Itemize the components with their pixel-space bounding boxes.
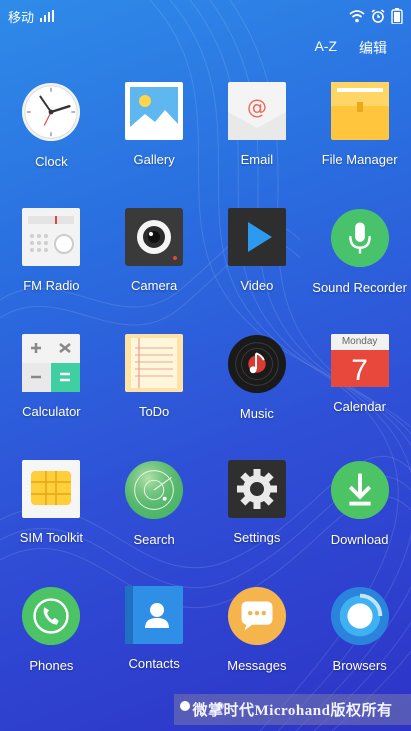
contacts-icon	[124, 586, 184, 644]
app-gallery[interactable]: Gallery	[103, 82, 206, 167]
app-label: Clock	[35, 154, 68, 169]
video-icon	[227, 208, 287, 266]
app-label: Sound Recorder	[312, 280, 407, 295]
page-dot-active[interactable]	[180, 701, 190, 711]
app-label: Download	[330, 532, 389, 547]
app-label: Music	[239, 406, 274, 421]
email-icon: @	[227, 82, 287, 140]
app-sim-toolkit[interactable]: SIM Toolkit	[0, 460, 103, 545]
app-calendar[interactable]: Monday 7 Calendar	[308, 334, 411, 414]
calendar-day: 7	[330, 350, 389, 387]
clock-icon	[21, 82, 81, 142]
app-sound-recorder[interactable]: Sound Recorder	[308, 208, 411, 295]
app-label: Video	[240, 278, 274, 293]
battery-icon	[391, 8, 403, 24]
app-clock[interactable]: Clock	[0, 82, 103, 169]
todo-icon	[124, 334, 184, 392]
app-messages[interactable]: Messages	[206, 586, 309, 673]
app-email[interactable]: @ Email	[206, 82, 309, 167]
app-label: Search	[133, 532, 175, 547]
sim-toolkit-icon	[21, 460, 81, 518]
gallery-icon	[124, 82, 184, 140]
sound-recorder-icon	[330, 208, 390, 268]
settings-gear-icon	[227, 460, 287, 518]
app-download[interactable]: Download	[308, 460, 411, 547]
music-icon	[227, 334, 287, 394]
messages-icon	[227, 586, 287, 646]
search-radar-icon	[124, 460, 184, 520]
calendar-icon: Monday 7	[330, 334, 389, 387]
app-label: SIM Toolkit	[19, 530, 84, 545]
app-label: Calendar	[333, 399, 386, 414]
app-search[interactable]: Search	[103, 460, 206, 547]
calendar-weekday: Monday	[330, 334, 389, 350]
file-manager-icon	[330, 82, 390, 140]
fm-radio-icon	[21, 208, 81, 266]
page-dot[interactable]	[216, 702, 224, 710]
wifi-icon	[349, 9, 365, 22]
calculator-icon	[21, 334, 81, 392]
app-label: Camera	[131, 278, 178, 293]
camera-icon	[124, 208, 184, 266]
app-label: Contacts	[128, 656, 180, 671]
app-label: Messages	[227, 658, 287, 673]
page-indicator	[180, 701, 224, 711]
app-label: FM Radio	[23, 278, 80, 293]
app-file-manager[interactable]: File Manager	[308, 82, 411, 167]
alarm-icon	[371, 9, 385, 23]
app-calculator[interactable]: Calculator	[0, 334, 103, 419]
app-label: Settings	[233, 530, 281, 545]
status-bar: 移动	[0, 0, 411, 32]
app-settings[interactable]: Settings	[206, 460, 309, 545]
app-label: Email	[240, 152, 274, 167]
app-label: ToDo	[138, 404, 170, 419]
sort-az-button[interactable]: A-Z	[314, 38, 337, 58]
app-label: Calculator	[22, 404, 81, 419]
phone-icon	[21, 586, 81, 646]
app-label: Phones	[29, 658, 74, 673]
signal-bars-icon	[40, 10, 55, 22]
app-phones[interactable]: Phones	[0, 586, 103, 673]
app-grid: Clock Gallery @ Email File Manager FM Ra…	[0, 82, 411, 673]
app-fm-radio[interactable]: FM Radio	[0, 208, 103, 293]
app-video[interactable]: Video	[206, 208, 309, 293]
app-todo[interactable]: ToDo	[103, 334, 206, 419]
app-label: Gallery	[133, 152, 175, 167]
app-contacts[interactable]: Contacts	[103, 586, 206, 671]
app-browsers[interactable]: Browsers	[308, 586, 411, 673]
app-label: Browsers	[332, 658, 387, 673]
edit-button[interactable]: 编辑	[359, 38, 387, 58]
app-music[interactable]: Music	[206, 334, 309, 421]
top-actions: A-Z 编辑	[314, 38, 387, 58]
app-label: File Manager	[321, 152, 398, 167]
browser-icon	[330, 586, 390, 646]
app-camera[interactable]: Camera	[103, 208, 206, 293]
carrier-label: 移动	[8, 9, 35, 25]
svg-text:@: @	[247, 95, 267, 119]
download-icon	[330, 460, 390, 520]
